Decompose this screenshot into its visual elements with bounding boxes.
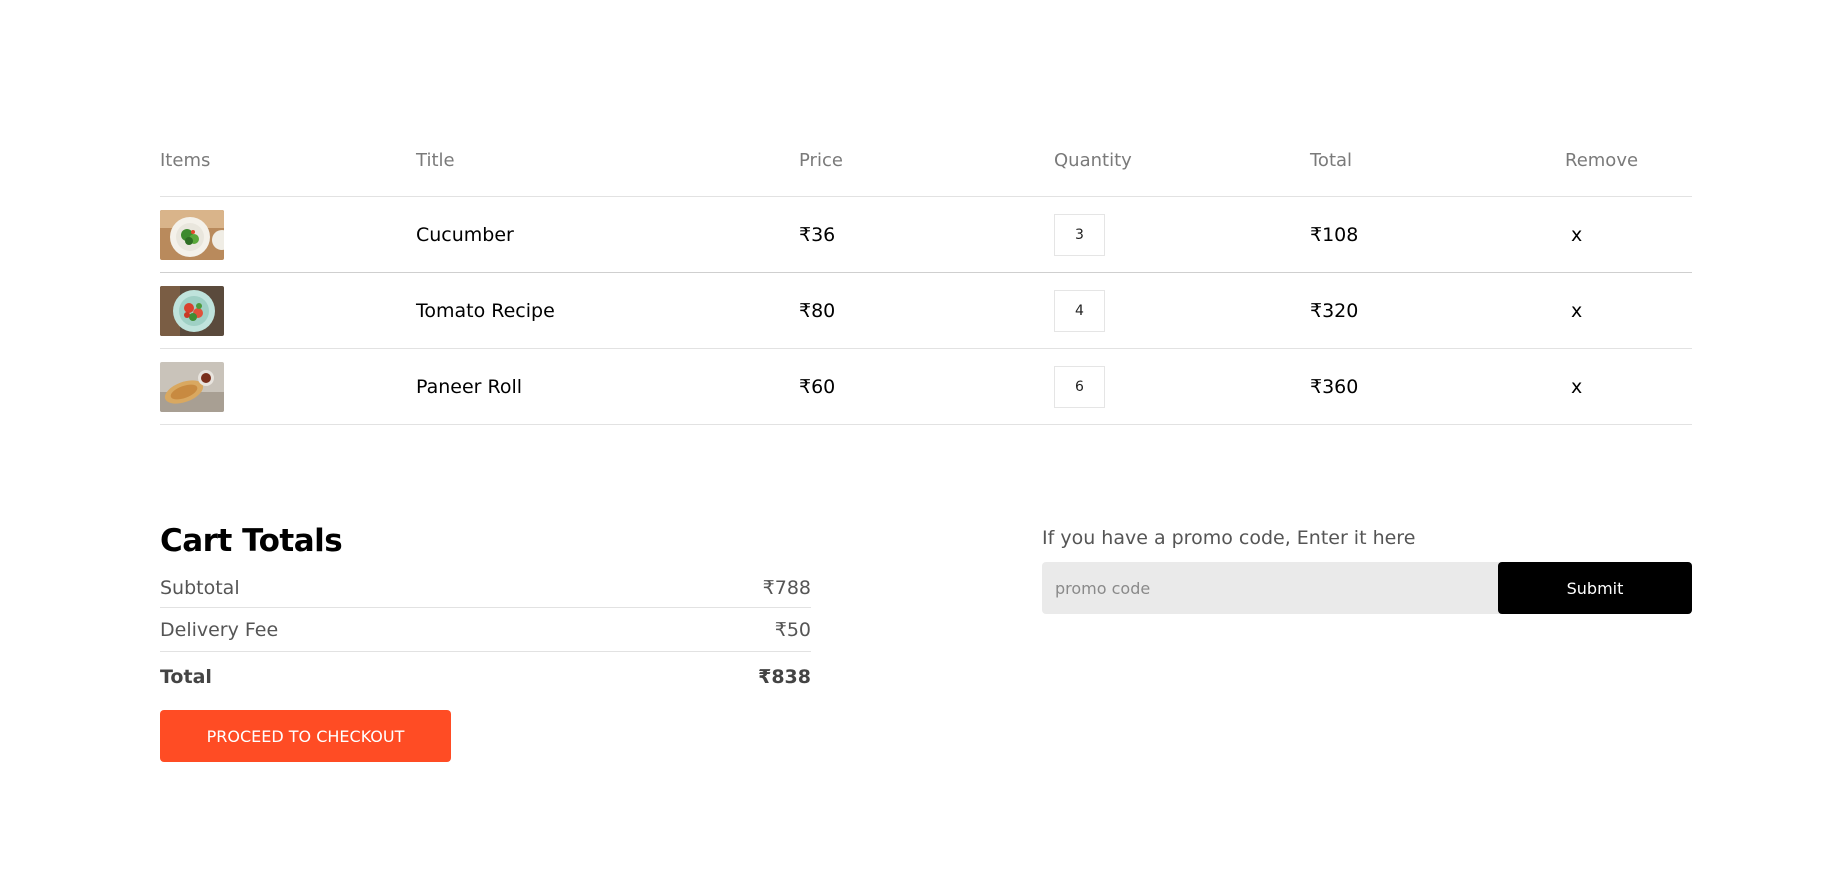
- table-header: Items Title Price Quantity Total Remove: [160, 140, 1692, 197]
- item-price: ₹60: [799, 375, 836, 398]
- promo-code-label: If you have a promo code, Enter it here: [1042, 527, 1416, 549]
- subtotal-line: Subtotal ₹788: [160, 569, 811, 608]
- total-label: Total: [160, 666, 212, 688]
- header-quantity: Quantity: [1054, 150, 1132, 171]
- header-total: Total: [1310, 150, 1353, 171]
- remove-item-button[interactable]: x: [1565, 376, 1582, 398]
- proceed-to-checkout-button[interactable]: PROCEED TO CHECKOUT: [160, 710, 451, 762]
- table-row: Paneer Roll ₹60 6 ₹360 x: [160, 349, 1692, 425]
- total-value: ₹838: [758, 666, 811, 688]
- item-total: ₹108: [1310, 223, 1359, 246]
- tomato-recipe-image: [160, 285, 224, 336]
- paneer-roll-image: [160, 361, 224, 412]
- cart-totals-title: Cart Totals: [160, 523, 343, 559]
- quantity-field[interactable]: 6: [1054, 365, 1105, 408]
- promo-code-input[interactable]: [1042, 562, 1498, 614]
- table-row: Tomato Recipe ₹80 4 ₹320 x: [160, 273, 1692, 349]
- cart-totals-section: Cart Totals Subtotal ₹788 Delivery Fee ₹…: [160, 523, 811, 762]
- item-total: ₹320: [1310, 299, 1359, 322]
- header-title: Title: [416, 150, 455, 171]
- promo-code-form: Submit: [1042, 562, 1692, 614]
- quantity-field[interactable]: 4: [1054, 289, 1105, 332]
- cart-items-table: Items Title Price Quantity Total Remove: [160, 140, 1692, 425]
- total-line: Total ₹838: [160, 652, 811, 702]
- promo-submit-button[interactable]: Submit: [1498, 562, 1692, 614]
- quantity-field[interactable]: 3: [1054, 213, 1105, 256]
- item-total: ₹360: [1310, 375, 1359, 398]
- item-title: Paneer Roll: [416, 375, 523, 398]
- item-price: ₹80: [799, 299, 836, 322]
- item-title: Cucumber: [416, 223, 514, 246]
- subtotal-label: Subtotal: [160, 577, 240, 599]
- item-price: ₹36: [799, 223, 836, 246]
- delivery-fee-value: ₹50: [774, 618, 811, 641]
- delivery-fee-line: Delivery Fee ₹50: [160, 608, 811, 652]
- remove-item-button[interactable]: x: [1565, 300, 1582, 322]
- table-row: Cucumber ₹36 3 ₹108 x: [160, 197, 1692, 273]
- header-price: Price: [799, 150, 843, 171]
- subtotal-value: ₹788: [762, 577, 811, 599]
- promo-code-section: If you have a promo code, Enter it here …: [1042, 527, 1692, 614]
- header-remove: Remove: [1565, 150, 1639, 171]
- header-items: Items: [160, 150, 211, 171]
- delivery-fee-label: Delivery Fee: [160, 618, 279, 641]
- remove-item-button[interactable]: x: [1565, 224, 1582, 246]
- cucumber-salad-image: [160, 209, 224, 260]
- item-title: Tomato Recipe: [416, 299, 555, 322]
